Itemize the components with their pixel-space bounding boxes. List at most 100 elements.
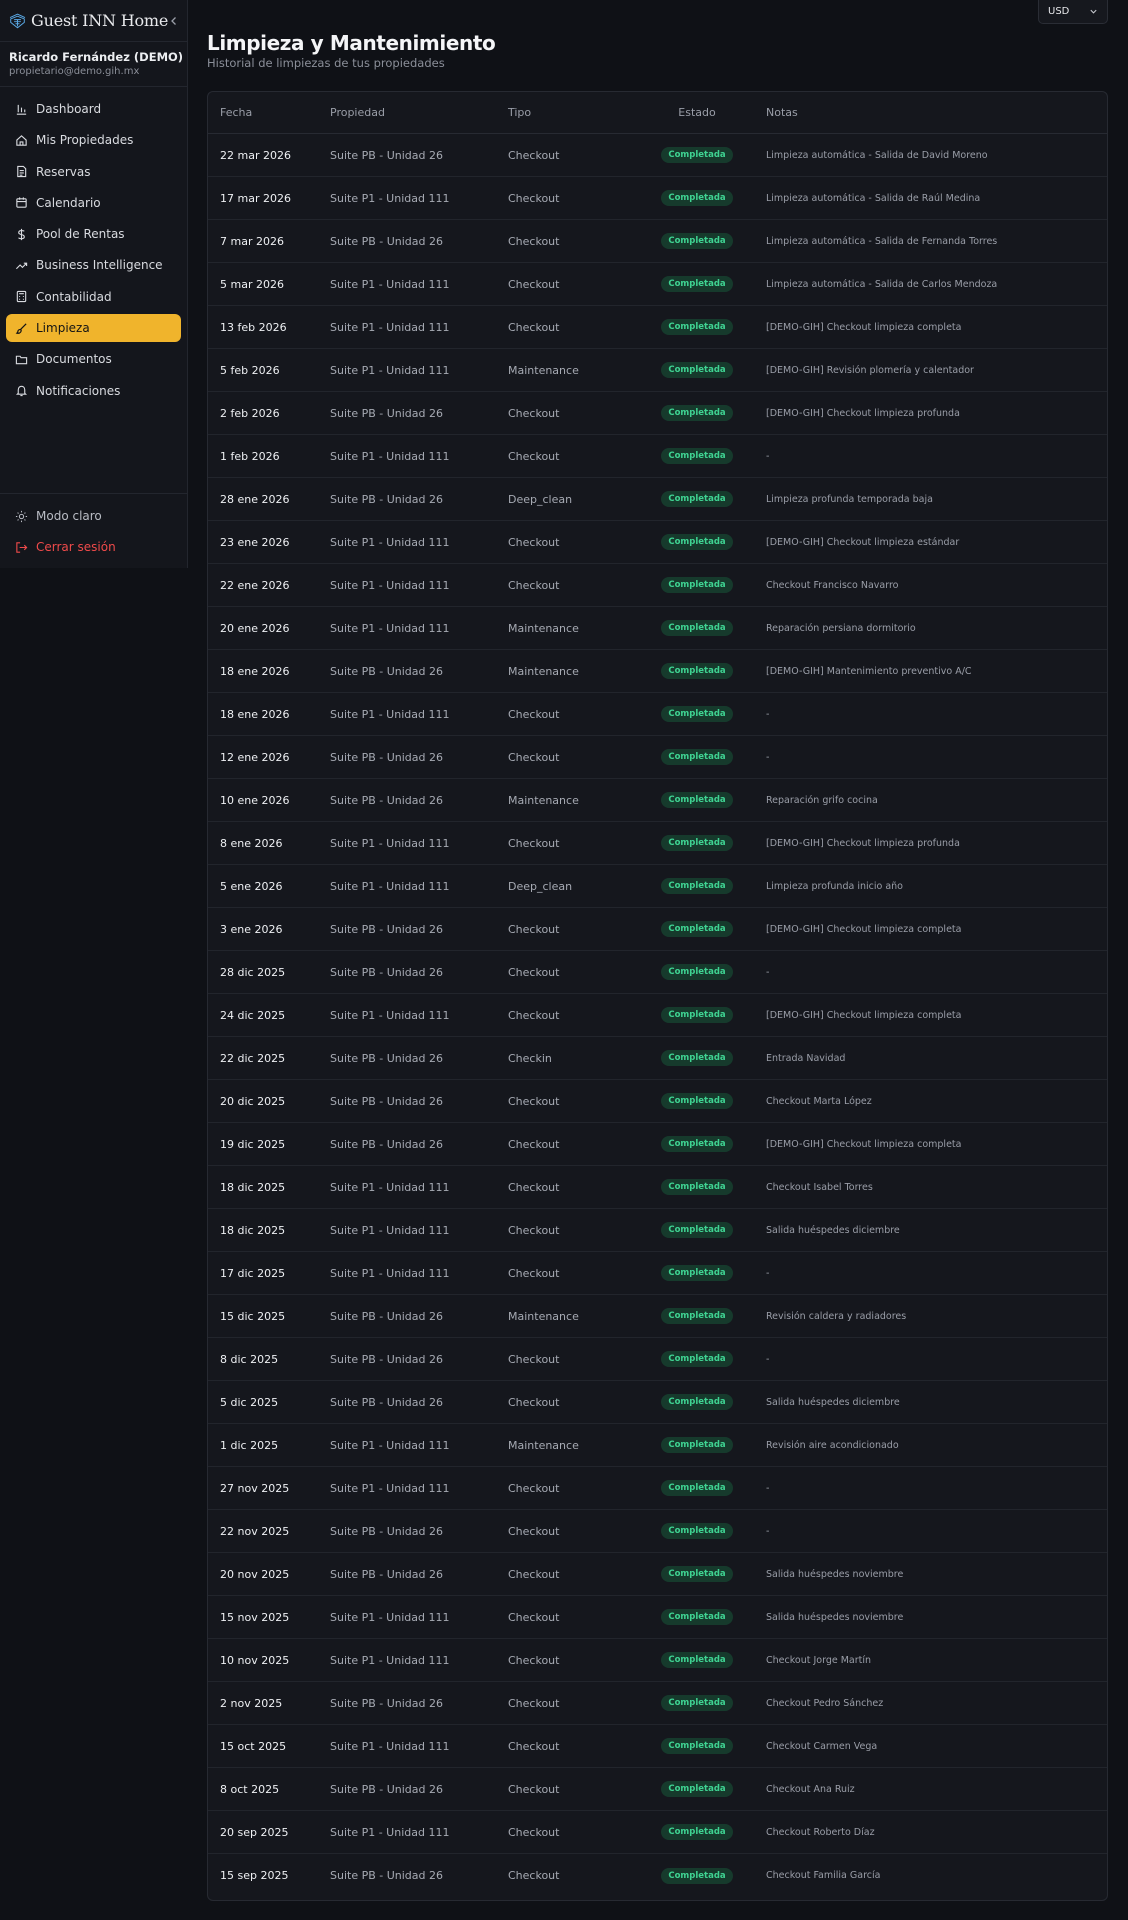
table-row[interactable]: 18 ene 2026 Suite PB - Unidad 26 Maintenan… [208,650,1107,693]
table-row[interactable]: 15 nov 2025 Suite P1 - Unidad 111 Checkout… [208,1596,1107,1639]
table-row[interactable]: 23 ene 2026 Suite P1 - Unidad 111 Checkout… [208,521,1107,564]
status-badge: Completada [661,1007,733,1023]
cell-estado: Completada [640,1867,754,1884]
table-row[interactable]: 1 dic 2025 Suite P1 - Unidad 111 Maintenan… [208,1424,1107,1467]
chevron-down-icon [1090,9,1097,14]
cell-tipo: Checkout [508,1869,560,1882]
table-header: Fecha Propiedad Tipo Estado Notas [208,92,1107,134]
table-row[interactable]: 28 ene 2026 Suite PB - Unidad 26 Deep_clea… [208,478,1107,521]
cell-estado: Completada [640,878,754,894]
table-row[interactable]: 10 nov 2025 Suite P1 - Unidad 111 Checkout… [208,1639,1107,1682]
table-row[interactable]: 5 mar 2026 Suite P1 - Unidad 111 Checkout C… [208,263,1107,306]
table-row[interactable]: 20 nov 2025 Suite PB - Unidad 26 Checkout C… [208,1553,1107,1596]
cell-estado: Completada [640,620,754,636]
header-propiedad[interactable]: Propiedad [330,106,508,119]
table-row[interactable]: 17 dic 2025 Suite P1 - Unidad 111 Checkout… [208,1252,1107,1295]
cell-tipo: Checkout [508,922,560,936]
table-row[interactable]: 5 feb 2026 Suite P1 - Unidad 111 Maintenan… [208,349,1107,392]
status-badge: Completada [661,233,733,249]
collapse-sidebar-button[interactable] [168,13,179,29]
cell-estado: Completada [640,964,754,980]
cell-propiedad: Suite PB - Unidad 26 [330,1395,444,1409]
table-row[interactable]: 8 dic 2025 Suite PB - Unidad 26 Checkout Co… [208,1338,1107,1381]
nav-item-dashboard[interactable]: Dashboard [6,95,181,123]
cell-fecha: 20 nov 2025 [220,1567,290,1581]
nav-item-mis-propiedades[interactable]: Mis Propiedades [6,126,181,154]
header-notas[interactable]: Notas [754,106,1107,119]
table-row[interactable]: 27 nov 2025 Suite P1 - Unidad 111 Checkout… [208,1467,1107,1510]
cell-tipo: Checkout [508,1653,560,1667]
nav-item-documentos[interactable]: Documentos [6,345,181,373]
status-badge: Completada [661,276,733,292]
cell-tipo: Checkout [508,277,560,291]
cell-estado: Completada [640,1308,754,1324]
status-badge: Completada [661,1136,733,1152]
cell-notas: [DEMO-GIH] Checkout limpieza completa [766,321,962,333]
cell-fecha: 18 dic 2025 [220,1223,286,1237]
table-row[interactable]: 19 dic 2025 Suite PB - Unidad 26 Checkout C… [208,1123,1107,1166]
status-badge: Completada [661,362,733,378]
table-row[interactable]: 1 feb 2026 Suite P1 - Unidad 111 Checkout C… [208,435,1107,478]
nav-item-contabilidad[interactable]: Contabilidad [6,283,181,311]
status-badge: Completada [661,1738,733,1754]
table-row[interactable]: 20 ene 2026 Suite P1 - Unidad 111 Maintena… [208,607,1107,650]
cell-propiedad: Suite P1 - Unidad 111 [330,1008,450,1022]
table-row[interactable]: 8 ene 2026 Suite P1 - Unidad 111 Checkout C… [208,822,1107,865]
cell-fecha: 22 nov 2025 [220,1524,290,1538]
nav-item-notificaciones[interactable]: Notificaciones [6,377,181,405]
cell-notas: Salida huéspedes diciembre [766,1224,900,1236]
cell-notas: Salida huéspedes diciembre [766,1396,900,1408]
cell-tipo: Checkout [508,1266,560,1280]
table-row[interactable]: 5 dic 2025 Suite PB - Unidad 26 Checkout Co… [208,1381,1107,1424]
theme-toggle-button[interactable]: Modo claro [6,502,181,530]
table-row[interactable]: 22 nov 2025 Suite PB - Unidad 26 Checkout C… [208,1510,1107,1553]
cell-tipo: Checkout [508,1524,560,1538]
table-row[interactable]: 2 feb 2026 Suite PB - Unidad 26 Checkout Co… [208,392,1107,435]
cell-tipo: Checkout [508,1481,560,1495]
table-row[interactable]: 18 dic 2025 Suite P1 - Unidad 111 Checkout… [208,1166,1107,1209]
table-row[interactable]: 13 feb 2026 Suite P1 - Unidad 111 Checkout… [208,306,1107,349]
table-row[interactable]: 18 dic 2025 Suite P1 - Unidad 111 Checkout… [208,1209,1107,1252]
nav-item-limpieza[interactable]: Limpieza [6,314,181,343]
cell-tipo: Maintenance [508,664,579,678]
currency-value: USD [1048,6,1070,17]
cell-propiedad: Suite P1 - Unidad 111 [330,449,450,463]
logout-button[interactable]: Cerrar sesión [6,533,181,561]
header-fecha[interactable]: Fecha [208,106,330,119]
table-row[interactable]: 12 ene 2026 Suite PB - Unidad 26 Checkout C… [208,736,1107,779]
table-row[interactable]: 5 ene 2026 Suite P1 - Unidad 111 Deep_clea… [208,865,1107,908]
status-badge: Completada [661,1824,733,1840]
table-row[interactable]: 15 oct 2025 Suite P1 - Unidad 111 Checkout… [208,1725,1107,1768]
nav-item-business-intelligence[interactable]: Business Intelligence [6,251,181,279]
table-row[interactable]: 20 sep 2025 Suite P1 - Unidad 111 Checkout… [208,1811,1107,1854]
table-row[interactable]: 15 sep 2025 Suite PB - Unidad 26 Checkout C… [208,1854,1107,1897]
table-row[interactable]: 3 ene 2026 Suite PB - Unidad 26 Checkout Co… [208,908,1107,951]
cell-tipo: Checkout [508,449,560,463]
table-row[interactable]: 28 dic 2025 Suite PB - Unidad 26 Checkout C… [208,951,1107,994]
table-row[interactable]: 10 ene 2026 Suite PB - Unidad 26 Maintenan… [208,779,1107,822]
header-estado[interactable]: Estado [640,106,754,119]
table-row[interactable]: 7 mar 2026 Suite PB - Unidad 26 Checkout Co… [208,220,1107,263]
table-row[interactable]: 18 ene 2026 Suite P1 - Unidad 111 Checkout… [208,693,1107,736]
nav-item-pool-de-rentas[interactable]: Pool de Rentas [6,220,181,248]
table-row[interactable]: 20 dic 2025 Suite PB - Unidad 26 Checkout C… [208,1080,1107,1123]
table-row[interactable]: 22 dic 2025 Suite PB - Unidad 26 Checkin Co… [208,1037,1107,1080]
cell-tipo: Checkout [508,1008,560,1022]
cleaning-table: Fecha Propiedad Tipo Estado Notas 22 mar… [207,91,1108,1901]
table-row[interactable]: 22 mar 2026 Suite PB - Unidad 26 Checkout C… [208,134,1107,177]
nav-item-reservas[interactable]: Reservas [6,158,181,186]
status-badge: Completada [661,1523,733,1539]
status-badge: Completada [661,1050,733,1066]
table-row[interactable]: 8 oct 2025 Suite PB - Unidad 26 Checkout Co… [208,1768,1107,1811]
cell-tipo: Checkout [508,1610,560,1624]
table-row[interactable]: 17 mar 2026 Suite P1 - Unidad 111 Checkout… [208,177,1107,220]
table-row[interactable]: 2 nov 2025 Suite PB - Unidad 26 Checkout Co… [208,1682,1107,1725]
cell-notas: Checkout Familia García [766,1870,881,1881]
header-tipo[interactable]: Tipo [508,106,640,119]
table-row[interactable]: 15 dic 2025 Suite PB - Unidad 26 Maintenan… [208,1295,1107,1338]
currency-select[interactable]: USD [1038,0,1108,24]
table-row[interactable]: 22 ene 2026 Suite P1 - Unidad 111 Checkout… [208,564,1107,607]
nav-item-calendario[interactable]: Calendario [6,189,181,217]
status-badge: Completada [661,878,733,894]
table-row[interactable]: 24 dic 2025 Suite P1 - Unidad 111 Checkout… [208,994,1107,1037]
